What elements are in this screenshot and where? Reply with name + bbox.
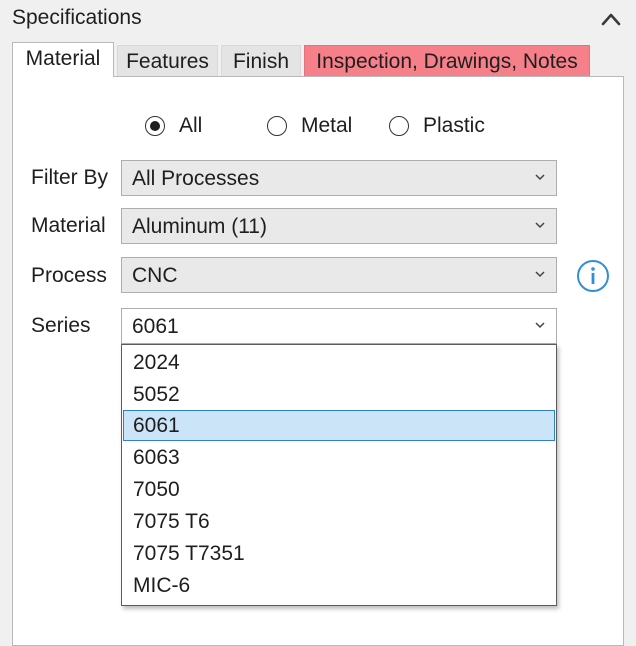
chevron-down-icon [535, 222, 545, 229]
radio-label-all: All [179, 114, 203, 137]
chevron-down-icon [535, 322, 545, 329]
series-label: Series [31, 314, 91, 337]
material-value: Aluminum (11) [132, 215, 267, 238]
tab-finish[interactable]: Finish [221, 45, 301, 77]
series-option-7050[interactable]: 7050 [123, 474, 555, 505]
series-dropdown-list[interactable]: 2024 5052 6061 6063 7050 7075 T6 7075 T7… [121, 344, 557, 606]
filter-by-select[interactable]: All Processes [121, 160, 557, 196]
chevron-down-icon [535, 271, 545, 278]
radio-metal[interactable]: Metal [267, 112, 352, 140]
panel-header[interactable]: Specifications [0, 0, 636, 38]
series-select[interactable]: 6061 [121, 308, 557, 344]
info-icon[interactable] [576, 259, 610, 293]
process-value: CNC [132, 264, 178, 287]
radio-label-plastic: Plastic [423, 114, 485, 137]
radio-button-checked[interactable] [145, 116, 165, 136]
tab-material[interactable]: Material [12, 42, 114, 77]
series-option-6063[interactable]: 6063 [123, 442, 555, 473]
panel-title: Specifications [12, 6, 142, 29]
process-label: Process [31, 264, 107, 287]
tab-inspection-drawings-notes[interactable]: Inspection, Drawings, Notes [304, 45, 590, 77]
filter-by-value: All Processes [132, 167, 260, 190]
process-select[interactable]: CNC [121, 257, 557, 293]
chevron-up-icon[interactable] [600, 10, 622, 28]
radio-plastic[interactable]: Plastic [389, 112, 485, 140]
series-option-2024[interactable]: 2024 [123, 347, 555, 378]
radio-button[interactable] [389, 116, 409, 136]
series-option-mic-6[interactable]: MIC-6 [123, 570, 555, 601]
material-select[interactable]: Aluminum (11) [121, 208, 557, 244]
series-option-7075-t7351[interactable]: 7075 T7351 [123, 538, 555, 569]
radio-label-metal: Metal [301, 114, 353, 137]
series-value: 6061 [132, 315, 179, 338]
filter-by-label: Filter By [31, 166, 109, 189]
series-option-5052[interactable]: 5052 [123, 379, 555, 410]
tab-features[interactable]: Features [117, 45, 218, 77]
chevron-down-icon [535, 174, 545, 181]
material-label: Material [31, 214, 106, 237]
radio-all[interactable]: All [145, 112, 202, 140]
series-option-7075-t6[interactable]: 7075 T6 [123, 506, 555, 537]
series-option-6061[interactable]: 6061 [123, 410, 555, 441]
radio-button[interactable] [267, 116, 287, 136]
